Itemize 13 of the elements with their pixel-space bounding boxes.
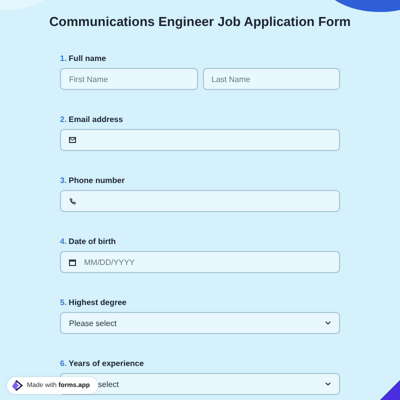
form-title: Communications Engineer Job Application Form — [49, 14, 351, 29]
question-label: Phone number — [68, 176, 125, 185]
question-label: Date of birth — [68, 237, 116, 246]
question-label: Full name — [68, 54, 106, 63]
question-number: 6. — [60, 359, 67, 368]
question-number: 4. — [60, 237, 67, 246]
question-number: 3. — [60, 176, 67, 185]
question-number: 2. — [60, 115, 67, 124]
question-number: 1. — [60, 54, 67, 63]
question-label: Years of experience — [68, 359, 144, 368]
question-label: Highest degree — [68, 298, 126, 307]
question-number: 5. — [60, 298, 67, 307]
question-label: Email address — [68, 115, 123, 124]
